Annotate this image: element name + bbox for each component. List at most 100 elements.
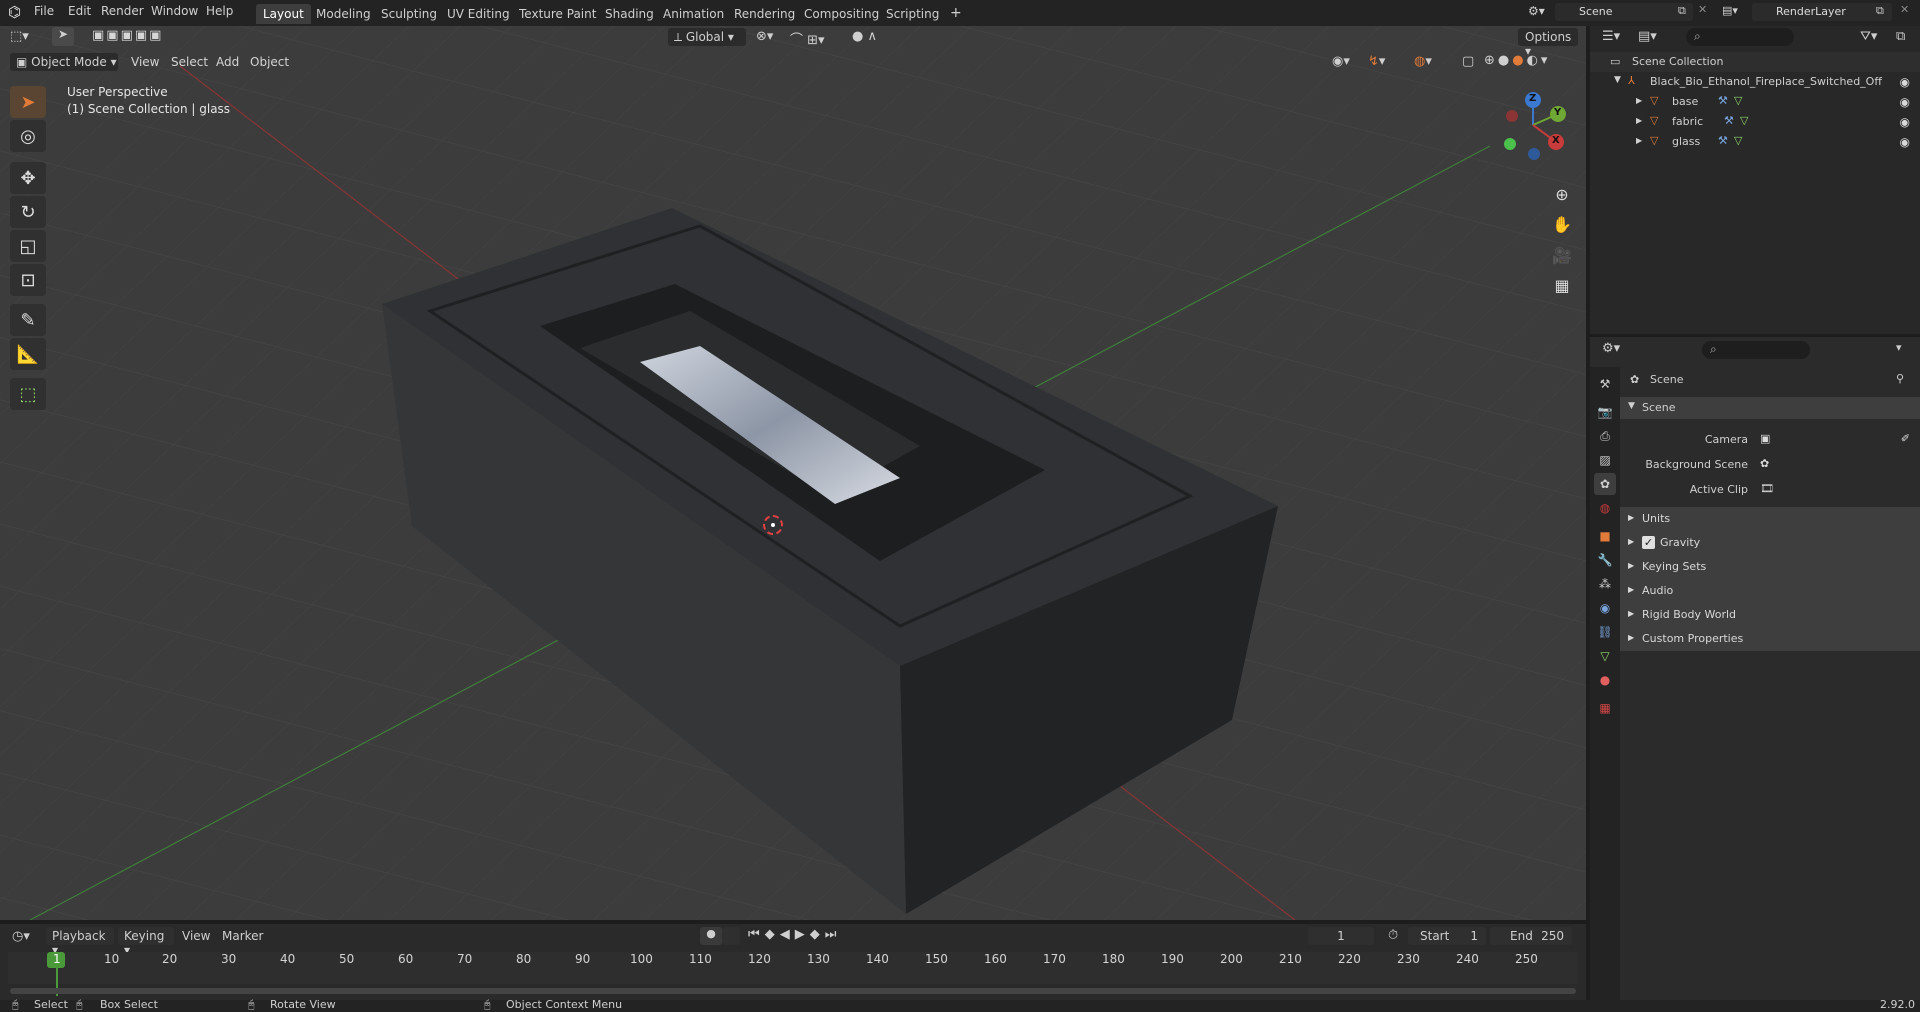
expand-arrow-icon[interactable]: ▶ — [1636, 96, 1642, 105]
camera-view-button[interactable]: 🎥 — [1548, 241, 1576, 269]
render-tab[interactable]: 📷 — [1594, 401, 1616, 423]
playback-menu[interactable]: Playback ▾ — [46, 927, 114, 957]
expand-arrow-icon[interactable]: ▶ — [1636, 116, 1642, 125]
tab-uv-editing[interactable]: UV Editing — [440, 4, 517, 24]
camera-field[interactable]: ▣ ✐ — [1754, 430, 1916, 448]
delete-scene-icon[interactable]: ✕ — [1698, 3, 1707, 16]
eye-icon[interactable]: ◉ — [1900, 75, 1910, 89]
measure-tool[interactable]: 📐 — [10, 338, 46, 370]
playback-controls[interactable]: ⏮◆◀▶◆⏭ — [748, 927, 841, 942]
3d-cursor-icon[interactable] — [763, 515, 783, 535]
background-scene-field[interactable]: ✿ — [1754, 455, 1916, 473]
mesh-data-icon[interactable]: ▽ — [1740, 114, 1748, 127]
pivot-icon[interactable]: ⊗▾ — [756, 29, 773, 44]
outliner-row-collection[interactable]: ▼ ⅄ Black_Bio_Ethanol_Fireplace_Switched… — [1590, 72, 1920, 92]
new-scene-icon[interactable]: ⧉ — [1678, 4, 1686, 18]
menu-file[interactable]: File — [34, 4, 54, 18]
zoom-view-button[interactable]: ⊕ — [1548, 180, 1576, 208]
select-box-tool[interactable]: ➤ — [10, 86, 46, 118]
pin-icon[interactable]: ⚲ — [1896, 372, 1904, 385]
cursor-tool[interactable]: ◎ — [10, 120, 46, 152]
properties-options-icon[interactable]: ▾ — [1896, 341, 1902, 354]
collapse-arrow-icon[interactable]: ▼ — [1614, 75, 1621, 85]
new-collection-icon[interactable]: ⧉ — [1896, 29, 1905, 44]
auto-key-button[interactable] — [722, 927, 740, 945]
tab-sculpting[interactable]: Sculpting — [374, 4, 444, 24]
modifier-wrench-icon[interactable]: ⚒ — [1718, 134, 1728, 147]
3d-viewport[interactable]: ⬚▾ ➤ ▣▣▣▣▣ ⟂ Global ▾ ⊗▾ ⌒ ⊞▾ ● ∧ Option… — [0, 26, 1586, 920]
units-subpanel[interactable]: ▶ Units — [1620, 507, 1920, 531]
mesh-data-icon[interactable]: ▽ — [1734, 134, 1742, 147]
options-dropdown[interactable]: Options ▾ — [1518, 28, 1578, 58]
add-workspace-button[interactable]: + — [943, 2, 969, 22]
viewport-menu-add[interactable]: Add — [216, 55, 239, 69]
menu-edit[interactable]: Edit — [68, 4, 91, 18]
tab-compositing[interactable]: Compositing — [797, 4, 886, 24]
tab-animation[interactable]: Animation — [656, 4, 731, 24]
move-tool[interactable]: ✥ — [10, 162, 46, 194]
rigid-body-world-subpanel[interactable]: ▶ Rigid Body World — [1620, 603, 1920, 627]
tab-modeling[interactable]: Modeling — [309, 4, 378, 24]
end-frame-field[interactable]: End 250 — [1490, 927, 1572, 945]
navigation-gizmo[interactable]: Z Y X — [1496, 88, 1570, 162]
outliner-search-input[interactable]: ⌕ — [1686, 28, 1794, 46]
blender-logo-icon[interactable]: ⌬ — [8, 3, 21, 21]
mode-selector[interactable]: ▣ Object Mode ▾ — [10, 53, 118, 71]
gizmo-toggle-icon[interactable]: ↯▾ — [1368, 54, 1385, 69]
scene-selector[interactable]: Scene — [1555, 3, 1693, 21]
proportional-edit-icon[interactable]: ● ∧ — [852, 29, 877, 44]
viewport-menu-object[interactable]: Object — [250, 55, 289, 69]
timeline-scrollbar[interactable] — [10, 988, 1576, 994]
particles-tab[interactable]: ⁂ — [1594, 573, 1616, 595]
tab-layout[interactable]: Layout — [256, 4, 311, 24]
gravity-checkbox[interactable]: ✓ — [1642, 536, 1655, 549]
outliner-row-glass[interactable]: ▶ ▽ glass ⚒ ▽ ◉ — [1590, 132, 1920, 152]
transform-orientation-dropdown[interactable]: ⟂ Global ▾ — [668, 28, 746, 46]
gravity-subpanel[interactable]: ▶ ✓ Gravity — [1620, 531, 1920, 555]
start-frame-field[interactable]: Start 1 — [1408, 927, 1486, 945]
outliner-row-scene-collection[interactable]: ▭ Scene Collection — [1590, 52, 1920, 72]
tab-shading[interactable]: Shading — [598, 4, 661, 24]
view-layer-selector[interactable]: RenderLayer — [1752, 3, 1892, 21]
menu-window[interactable]: Window — [151, 4, 198, 18]
scene-panel-header[interactable]: ▼ Scene — [1620, 397, 1920, 419]
delete-view-layer-icon[interactable]: ✕ — [1900, 3, 1909, 16]
current-frame-field[interactable]: 1 — [1308, 927, 1374, 945]
texture-tab[interactable]: ▦ — [1594, 697, 1616, 719]
ortho-toggle-button[interactable]: ▦ — [1548, 271, 1576, 299]
eye-icon[interactable]: ◉ — [1900, 135, 1910, 149]
menu-render[interactable]: Render — [101, 4, 144, 18]
eye-icon[interactable]: ◉ — [1900, 95, 1910, 109]
outliner-row-fabric[interactable]: ▶ ▽ fabric ⚒ ▽ ◉ — [1590, 112, 1920, 132]
xray-icon[interactable]: ▢ — [1462, 54, 1474, 69]
select-tool-icon[interactable]: ➤ — [52, 27, 74, 46]
world-tab[interactable]: ◍ — [1594, 497, 1616, 519]
custom-properties-subpanel[interactable]: ▶ Custom Properties — [1620, 627, 1920, 651]
eyedropper-icon[interactable]: ✐ — [1901, 432, 1910, 445]
audio-subpanel[interactable]: ▶ Audio — [1620, 579, 1920, 603]
editor-type-icon[interactable]: ⬚▾ — [10, 29, 29, 44]
physics-tab[interactable]: ◉ — [1594, 597, 1616, 619]
record-button[interactable]: ● — [700, 927, 722, 945]
overlays-icon[interactable]: ◍▾ — [1414, 54, 1432, 69]
scale-tool[interactable]: ◱ — [10, 230, 46, 262]
properties-search-input[interactable]: ⌕ — [1702, 341, 1810, 359]
tab-rendering[interactable]: Rendering — [727, 4, 802, 24]
shading-modes-icons[interactable]: ⊕●●◐▾ — [1484, 53, 1550, 68]
modifier-wrench-icon[interactable]: ⚒ — [1718, 94, 1728, 107]
tab-texture-paint[interactable]: Texture Paint — [512, 4, 603, 24]
annotate-tool[interactable]: ✎ — [10, 304, 46, 336]
active-clip-field[interactable]: 🎞 — [1754, 480, 1916, 498]
properties-editor-icon[interactable]: ⚙▾ — [1602, 341, 1620, 356]
pan-view-button[interactable]: ✋ — [1548, 210, 1576, 238]
material-tab[interactable]: ● — [1594, 669, 1616, 691]
timeline-editor-icon[interactable]: ◷▾ — [12, 929, 30, 944]
eye-icon[interactable]: ◉ — [1900, 115, 1910, 129]
constraints-tab[interactable]: ⛓ — [1594, 621, 1616, 643]
keying-menu[interactable]: Keying ▾ — [118, 927, 174, 957]
filter-icon[interactable]: ⛛▾ — [1860, 29, 1877, 44]
viewport-menu-select[interactable]: Select — [171, 55, 208, 69]
output-tab[interactable]: ⎙ — [1594, 425, 1616, 447]
preview-range-icon[interactable]: ⏱ — [1388, 928, 1398, 943]
selection-mode-icons[interactable]: ▣▣▣▣▣ — [92, 28, 163, 43]
